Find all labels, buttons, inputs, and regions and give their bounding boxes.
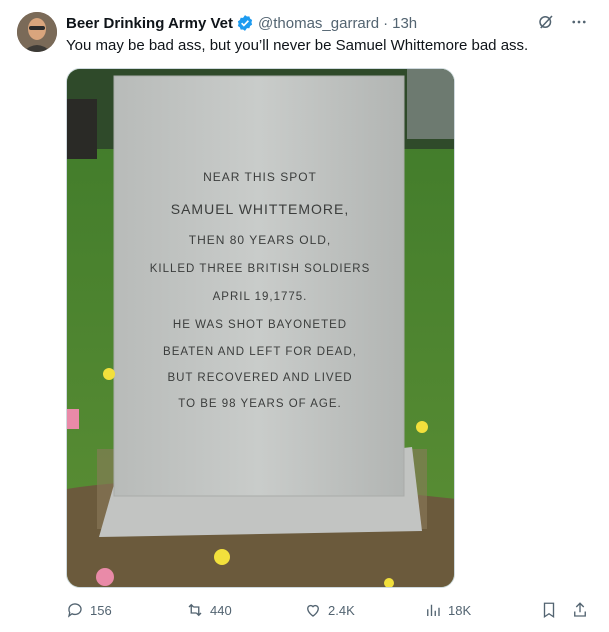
- author-name[interactable]: Beer Drinking Army Vet: [66, 15, 233, 32]
- author-handle[interactable]: @thomas_garrard: [258, 15, 379, 32]
- inscription-line-7: BEATEN AND LEFT FOR DEAD,: [163, 346, 357, 358]
- verified-badge-icon: [236, 14, 254, 32]
- retweet-button[interactable]: 440: [186, 598, 232, 622]
- inscription-line-1: NEAR THIS SPOT: [203, 170, 317, 184]
- tweet-text: You may be bad ass, but you’ll never be …: [66, 37, 529, 54]
- action-bar: 156 440 2.4K 18K: [66, 598, 593, 622]
- bookmark-icon: [543, 602, 555, 619]
- retweet-count: 440: [210, 602, 232, 618]
- separator-dot: ·: [383, 14, 389, 32]
- inscription-line-2: SAMUEL WHITTEMORE,: [171, 201, 350, 217]
- share-button[interactable]: [571, 598, 589, 622]
- tweet-header: Beer Drinking Army Vet @thomas_garrard ·…: [66, 13, 589, 33]
- bookmark-button[interactable]: [540, 598, 558, 622]
- like-button[interactable]: 2.4K: [304, 598, 355, 622]
- reply-count: 156: [90, 602, 112, 618]
- views-icon: [427, 604, 440, 616]
- tweet-image[interactable]: NEAR THIS SPOT SAMUEL WHITTEMORE, THEN 8…: [66, 68, 455, 588]
- photo-monument: NEAR THIS SPOT SAMUEL WHITTEMORE, THEN 8…: [67, 69, 454, 587]
- reply-button[interactable]: 156: [66, 598, 112, 622]
- more-icon[interactable]: [569, 13, 589, 35]
- grok-icon[interactable]: [537, 13, 555, 35]
- inscription-line-8: BUT RECOVERED AND LIVED: [167, 372, 352, 384]
- reply-icon: [67, 603, 82, 618]
- views-button[interactable]: 18K: [424, 598, 471, 622]
- timestamp[interactable]: 13h: [392, 15, 417, 32]
- avatar[interactable]: [17, 12, 57, 52]
- share-icon: [574, 602, 586, 617]
- inscription-line-9: TO BE 98 YEARS OF AGE.: [178, 398, 341, 410]
- inscription-line-6: HE WAS SHOT BAYONETED: [173, 319, 347, 331]
- inscription-line-5: APRIL 19,1775.: [213, 291, 308, 303]
- inscription-line-3: THEN 80 YEARS OLD,: [189, 233, 332, 247]
- like-count: 2.4K: [328, 602, 355, 618]
- retweet-icon: [188, 603, 202, 617]
- views-count: 18K: [448, 602, 472, 618]
- like-icon: [307, 604, 319, 617]
- inscription-line-4: KILLED THREE BRITISH SOLDIERS: [150, 263, 371, 275]
